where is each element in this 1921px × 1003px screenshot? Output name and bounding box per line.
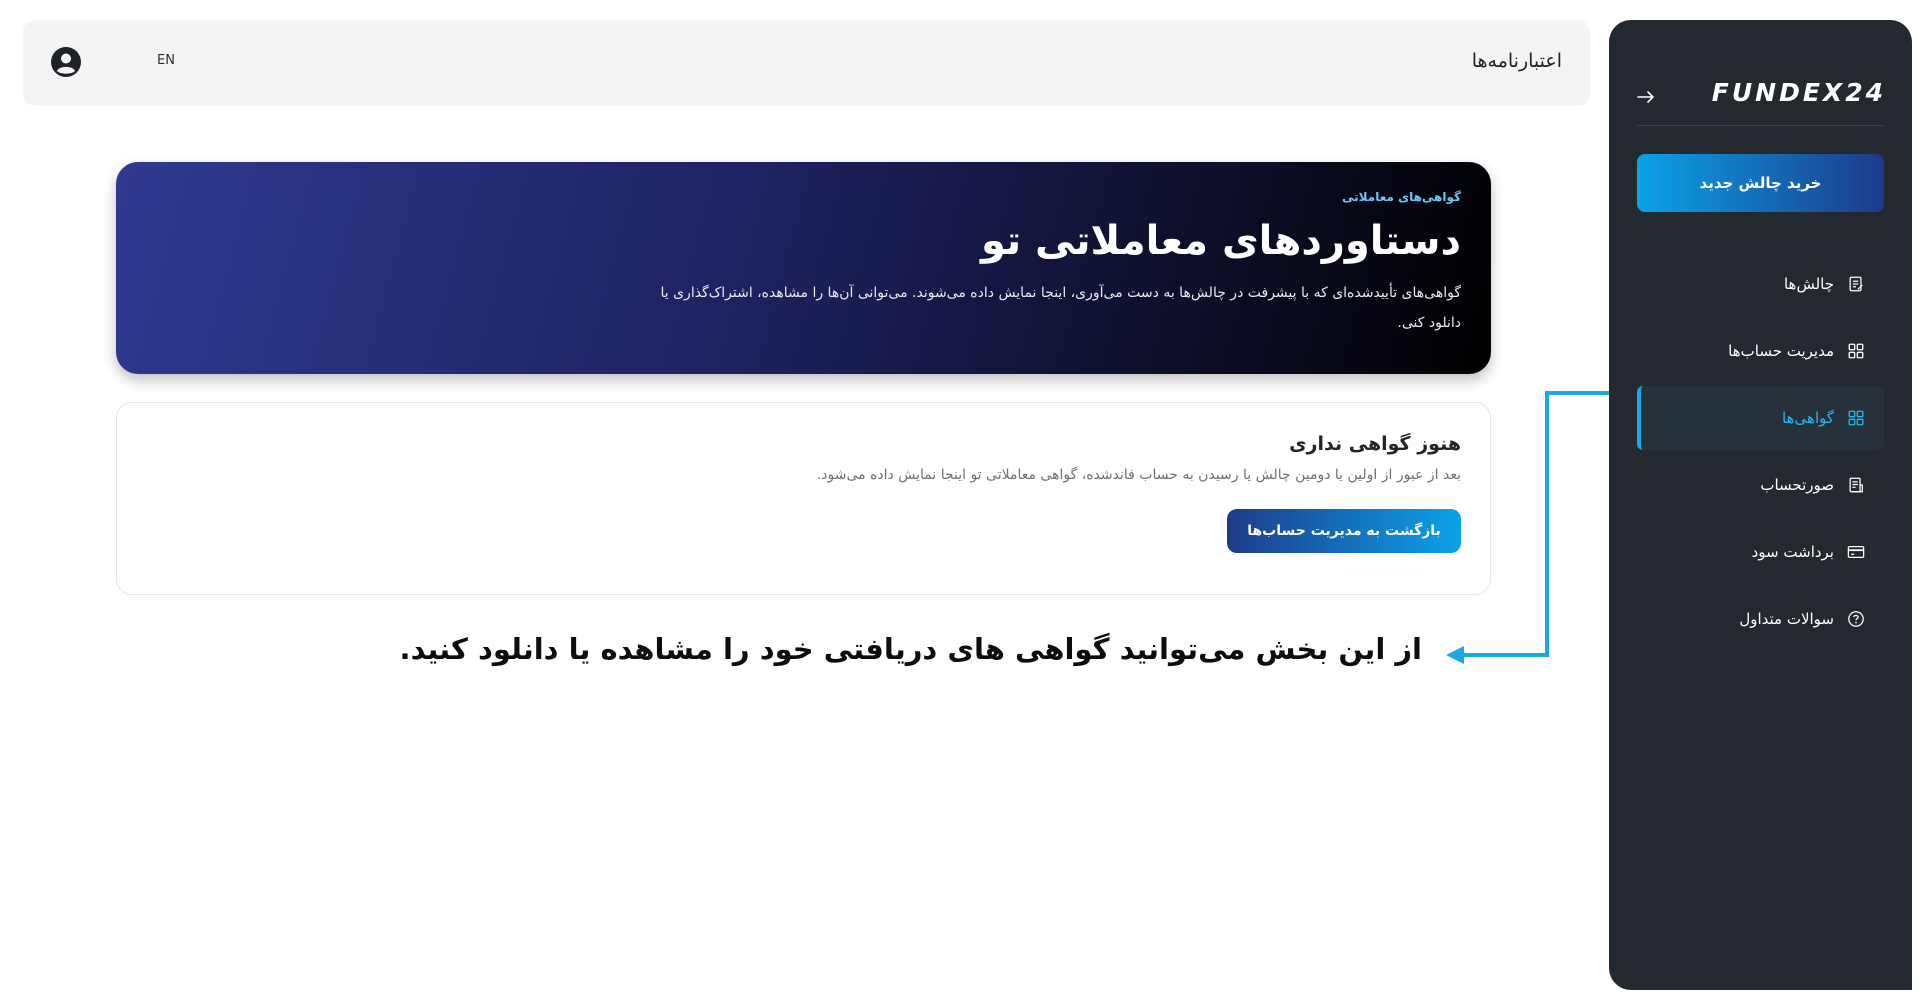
arrow-right-icon[interactable]: [1635, 86, 1657, 108]
help-circle-icon: [1846, 609, 1866, 629]
moon-icon[interactable]: [107, 51, 129, 73]
hero-kicker: گواهی‌های معاملاتی: [1342, 190, 1461, 204]
brand-logo: FUNDEX24: [1711, 78, 1886, 107]
page-title: اعتبارنامه‌ها: [1471, 50, 1562, 72]
page: اعتبارنامه‌ها EN گواهی‌های معاملاتی دستا…: [0, 0, 1921, 1003]
sidebar-item-label: گواهی‌ها: [1782, 409, 1834, 427]
buy-new-challenge-button[interactable]: خرید چالش جدید: [1637, 154, 1884, 212]
grid-icon: [1846, 408, 1866, 428]
sidebar: FUNDEX24 خرید چالش جدید چالش‌ها مدیریت ح…: [1609, 20, 1912, 990]
empty-state-description: بعد از عبور از اولین یا دومین چالش یا رس…: [816, 467, 1461, 483]
sidebar-divider: [1637, 125, 1884, 126]
document-icon: [1846, 274, 1866, 294]
annotation-text: از این بخش می‌توانید گواهی های دریافتی خ…: [399, 632, 1422, 666]
language-toggle[interactable]: EN: [157, 53, 175, 68]
sidebar-item-label: برداشت سود: [1751, 543, 1834, 561]
sidebar-item-label: مدیریت حساب‌ها: [1728, 342, 1834, 360]
hero-title: دستاوردهای معاملاتی تو: [981, 218, 1461, 264]
sidebar-item-withdraw[interactable]: برداشت سود: [1637, 520, 1884, 584]
grid-icon: [1846, 341, 1866, 361]
hero-description: گواهی‌های تأییدشده‌ای که با پیشرفت در چا…: [660, 285, 1461, 331]
top-header: اعتبارنامه‌ها EN: [23, 20, 1590, 106]
sidebar-item-challenges[interactable]: چالش‌ها: [1637, 252, 1884, 316]
sidebar-nav: چالش‌ها مدیریت حساب‌ها گواهی‌ها صورتحساب: [1637, 252, 1884, 654]
hero-banner: گواهی‌های معاملاتی دستاوردهای معاملاتی ت…: [116, 162, 1491, 374]
sidebar-item-label: صورتحساب: [1760, 476, 1834, 494]
back-to-accounts-button[interactable]: بازگشت به مدیریت حساب‌ها: [1227, 509, 1461, 553]
invoice-icon: [1846, 475, 1866, 495]
sidebar-item-accounts[interactable]: مدیریت حساب‌ها: [1637, 319, 1884, 383]
sidebar-item-invoices[interactable]: صورتحساب: [1637, 453, 1884, 517]
sidebar-item-label: سوالات متداول: [1739, 610, 1834, 628]
sidebar-item-faq[interactable]: سوالات متداول: [1637, 587, 1884, 651]
sidebar-item-label: چالش‌ها: [1783, 275, 1834, 293]
user-avatar-icon[interactable]: [50, 46, 82, 78]
empty-state-card: هنوز گواهی نداری بعد از عبور از اولین یا…: [116, 402, 1491, 595]
empty-state-title: هنوز گواهی نداری: [1289, 433, 1461, 455]
card-icon: [1846, 542, 1866, 562]
sidebar-item-certificates[interactable]: گواهی‌ها: [1637, 386, 1884, 450]
